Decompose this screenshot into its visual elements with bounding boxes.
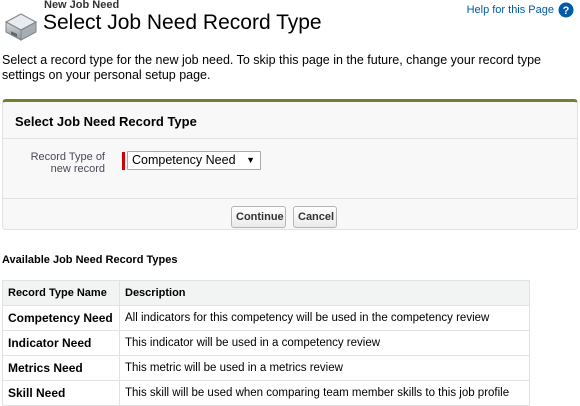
- required-indicator: [122, 152, 125, 170]
- record-type-name: Skill Need: [2, 380, 120, 406]
- help-link[interactable]: Help for this Page: [467, 4, 554, 16]
- divider: [3, 138, 577, 139]
- record-type-description: This metric will be used in a metrics re…: [119, 355, 530, 381]
- continue-button[interactable]: Continue: [231, 206, 286, 228]
- chevron-down-icon: ▼: [246, 155, 255, 165]
- job-need-drawer-icon: [4, 13, 38, 41]
- table-row: Metrics Need This metric will be used in…: [2, 355, 530, 381]
- column-header-name: Record Type Name: [2, 280, 120, 306]
- record-type-name: Competency Need: [2, 305, 120, 331]
- column-header-description: Description: [119, 280, 530, 306]
- record-types-table: Record Type Name Description Competency …: [2, 280, 530, 406]
- record-type-select[interactable]: Competency Need ▼: [127, 151, 261, 170]
- cancel-button[interactable]: Cancel: [293, 206, 337, 228]
- table-row: Competency Need All indicators for this …: [2, 305, 530, 331]
- page-header: New Job Need Select Job Need Record Type…: [0, 0, 580, 46]
- record-type-label: Record Type of new record: [30, 151, 105, 175]
- record-type-select-value: Competency Need: [132, 153, 236, 167]
- svg-text:?: ?: [563, 5, 570, 17]
- record-type-name: Metrics Need: [2, 355, 120, 381]
- page-title: Select Job Need Record Type: [43, 11, 322, 34]
- panel-title: Select Job Need Record Type: [15, 114, 197, 129]
- page-subtitle: New Job Need: [44, 0, 120, 11]
- record-type-description: All indicators for this competency will …: [119, 305, 530, 331]
- help-question-icon[interactable]: ?: [558, 2, 574, 18]
- record-type-name: Indicator Need: [2, 330, 120, 356]
- table-row: Skill Need This skill will be used when …: [2, 380, 530, 406]
- table-header-row: Record Type Name Description: [2, 280, 530, 306]
- available-record-types-title: Available Job Need Record Types: [2, 254, 178, 266]
- table-row: Indicator Need This indicator will be us…: [2, 330, 530, 356]
- record-type-description: This indicator will be used in a compete…: [119, 330, 530, 356]
- divider: [3, 198, 577, 199]
- intro-text: Select a record type for the new job nee…: [2, 53, 541, 82]
- record-type-panel: Select Job Need Record Type Record Type …: [2, 99, 578, 230]
- record-type-description: This skill will be used when comparing t…: [119, 380, 530, 406]
